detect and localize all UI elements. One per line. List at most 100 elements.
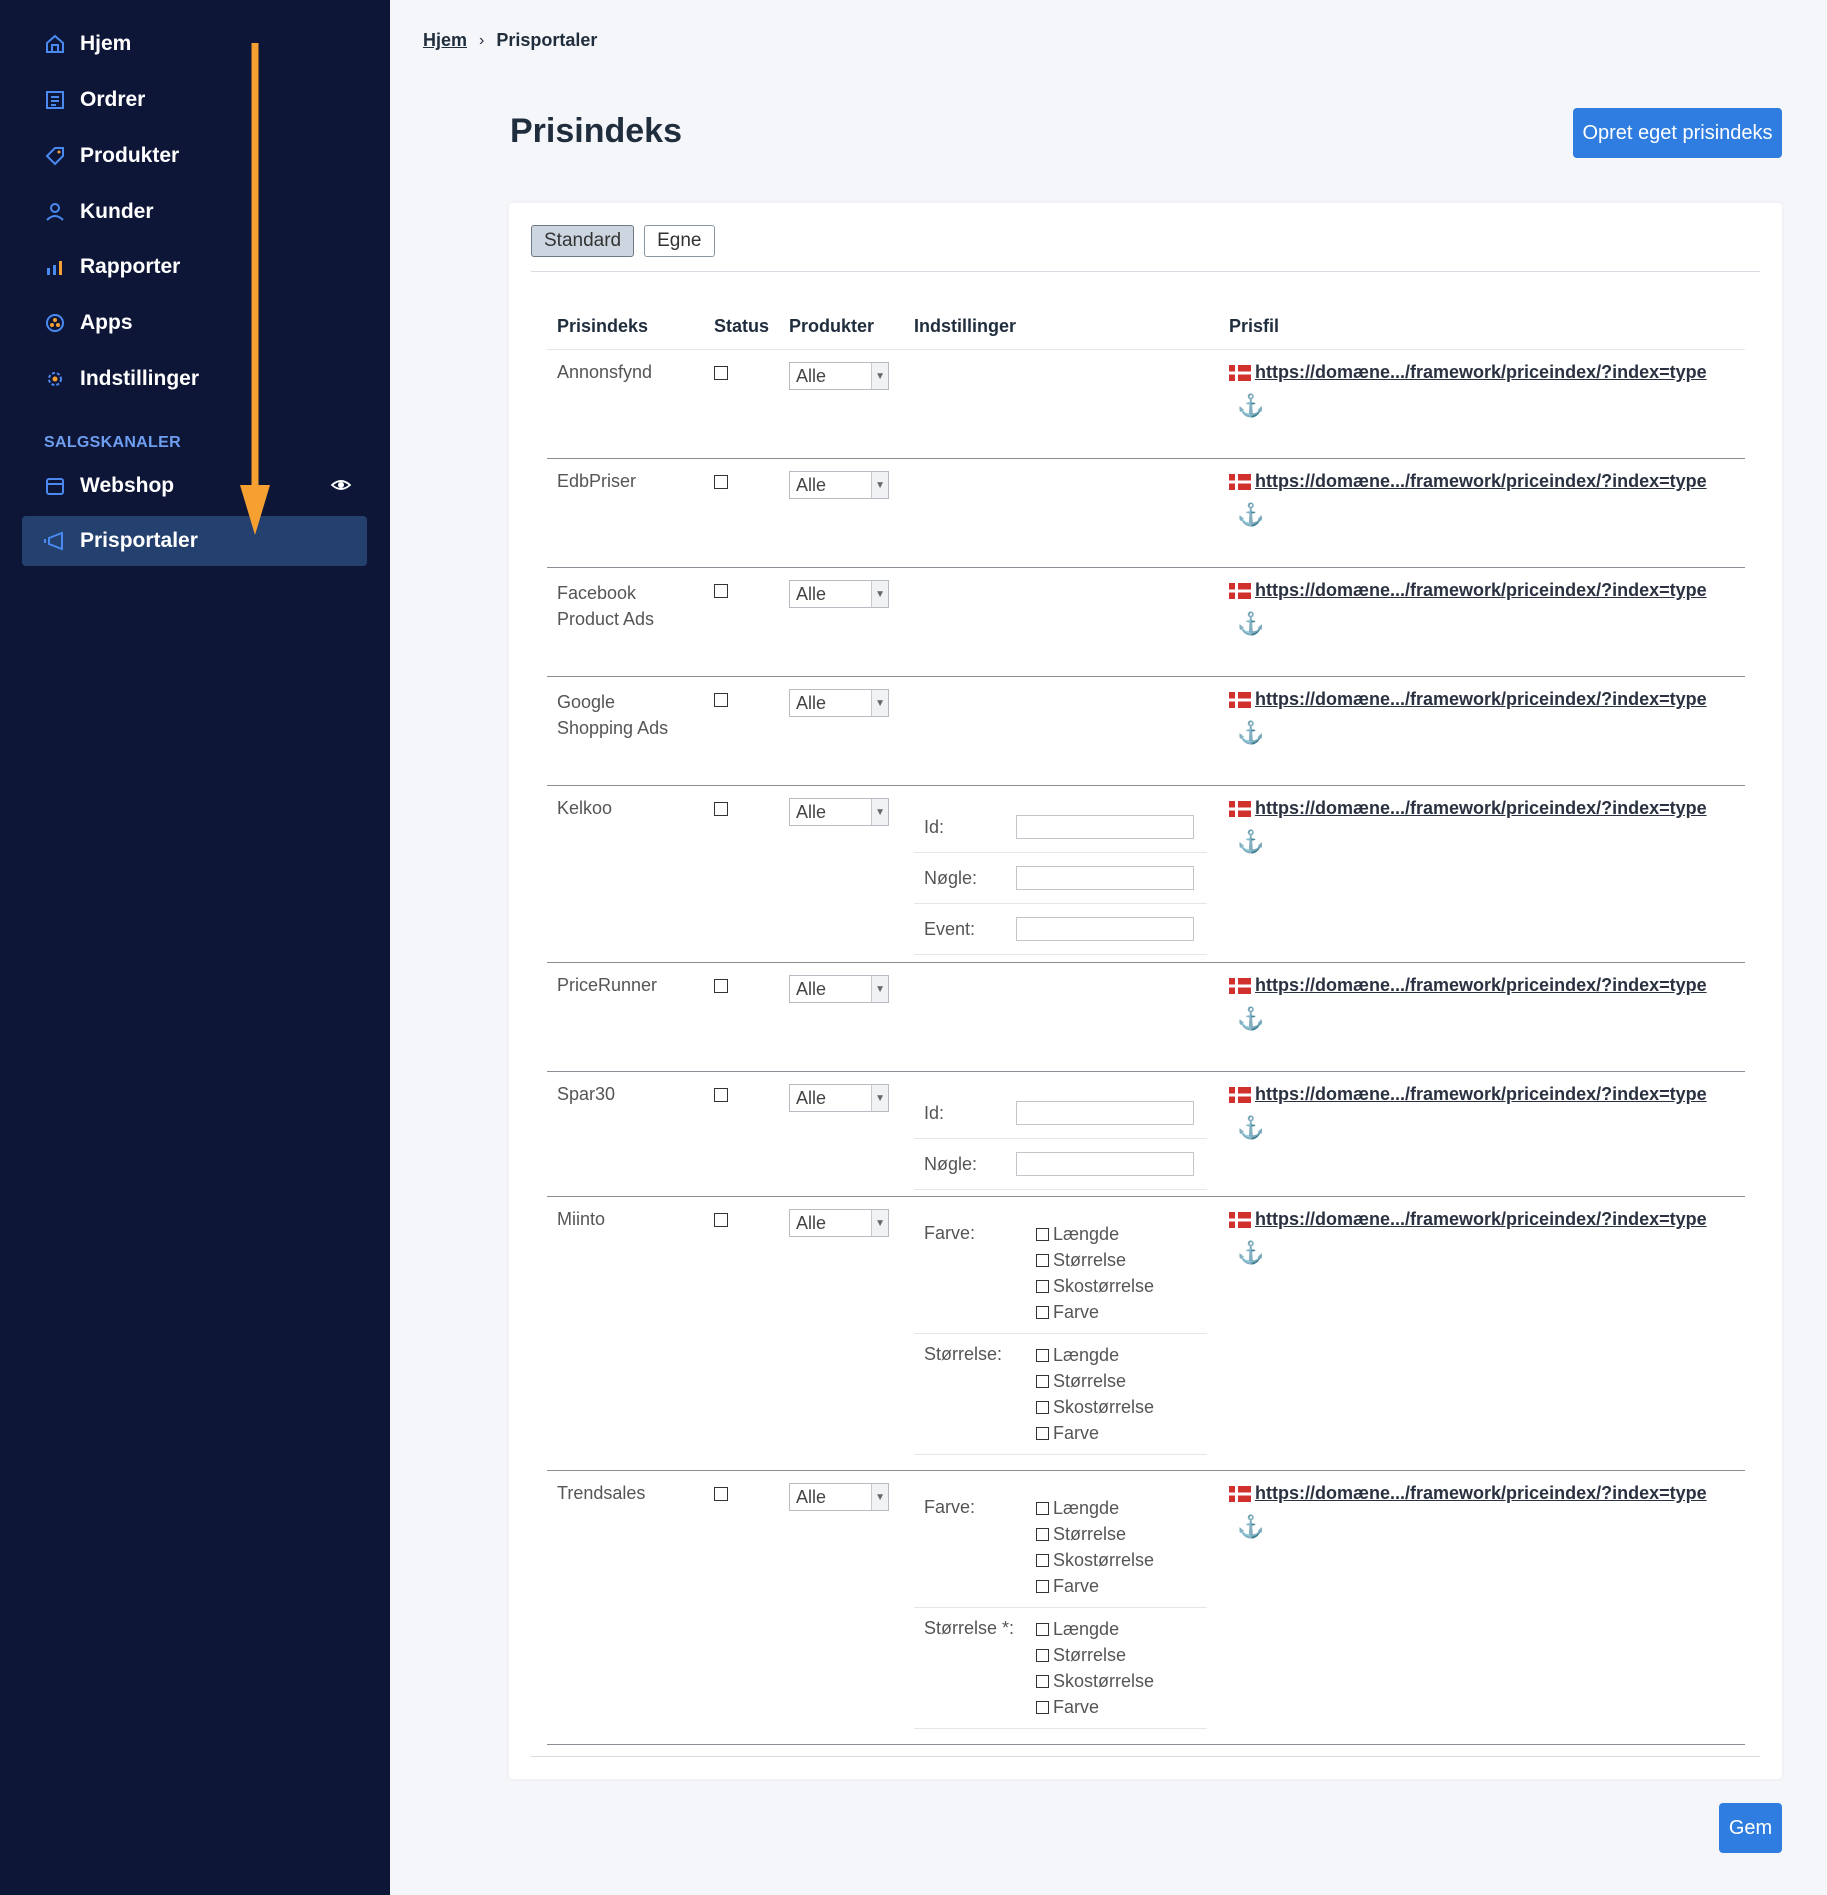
products-select[interactable]: Alle ▼: [789, 1084, 890, 1112]
sidebar-item-webshop[interactable]: Webshop: [22, 461, 367, 511]
create-priceindex-button[interactable]: Opret eget prisindeks: [1573, 108, 1782, 158]
products-select[interactable]: Alle ▼: [789, 471, 890, 499]
status-checkbox[interactable]: [714, 802, 728, 816]
option-item[interactable]: Størrelse: [1036, 1521, 1154, 1547]
option-item[interactable]: Størrelse: [1036, 1247, 1154, 1273]
priceindex-name-cell: Spar30: [547, 1071, 704, 1197]
sidebar-item-indstillinger[interactable]: Indstillinger: [22, 354, 367, 404]
products-select[interactable]: Alle ▼: [789, 1209, 890, 1237]
option-checkbox[interactable]: [1036, 1374, 1050, 1388]
sidebar-item-rapporter[interactable]: Rapporter: [22, 242, 367, 292]
settings-field-input[interactable]: [1016, 866, 1195, 890]
tab-egne[interactable]: Egne: [644, 225, 715, 257]
option-checkbox[interactable]: [1036, 1253, 1050, 1267]
option-item[interactable]: Farve: [1036, 1299, 1154, 1325]
option-item[interactable]: Farve: [1036, 1694, 1154, 1720]
anchor-icon[interactable]: ⚓: [1237, 1115, 1735, 1141]
anchor-icon[interactable]: ⚓: [1237, 1240, 1735, 1266]
products-cell: Alle ▼: [779, 1470, 903, 1745]
pricefile-link[interactable]: https://domæne.../framework/priceindex/?…: [1255, 798, 1707, 819]
option-item[interactable]: Skostørrelse: [1036, 1394, 1154, 1420]
status-checkbox[interactable]: [714, 584, 728, 598]
option-item[interactable]: Længde: [1036, 1495, 1154, 1521]
pricefile-link[interactable]: https://domæne.../framework/priceindex/?…: [1255, 580, 1707, 601]
eye-icon[interactable]: [330, 474, 352, 496]
breadcrumb-home-link[interactable]: Hjem: [423, 30, 467, 51]
status-checkbox[interactable]: [714, 1088, 728, 1102]
option-checkbox[interactable]: [1036, 1579, 1050, 1593]
pricefile-link[interactable]: https://domæne.../framework/priceindex/?…: [1255, 471, 1707, 492]
status-checkbox[interactable]: [714, 1487, 728, 1501]
anchor-icon[interactable]: ⚓: [1237, 1006, 1735, 1032]
option-checkbox[interactable]: [1036, 1648, 1050, 1662]
products-select[interactable]: Alle ▼: [789, 1483, 890, 1511]
divider: [531, 271, 1760, 272]
option-item[interactable]: Længde: [1036, 1342, 1154, 1368]
pricefile-link[interactable]: https://domæne.../framework/priceindex/?…: [1255, 1209, 1707, 1230]
option-checkbox[interactable]: [1036, 1348, 1050, 1362]
products-select[interactable]: Alle ▼: [789, 798, 890, 826]
sidebar-item-ordrer[interactable]: Ordrer: [22, 75, 367, 125]
products-select[interactable]: Alle ▼: [789, 362, 890, 390]
products-select[interactable]: Alle ▼: [789, 975, 890, 1003]
option-item[interactable]: Størrelse: [1036, 1642, 1154, 1668]
products-cell: Alle ▼: [779, 458, 903, 568]
anchor-icon[interactable]: ⚓: [1237, 720, 1735, 746]
option-item[interactable]: Længde: [1036, 1221, 1154, 1247]
pricefile-link[interactable]: https://domæne.../framework/priceindex/?…: [1255, 362, 1707, 383]
settings-field-input[interactable]: [1016, 1152, 1195, 1176]
option-checkbox[interactable]: [1036, 1400, 1050, 1414]
status-checkbox[interactable]: [714, 475, 728, 489]
option-item[interactable]: Størrelse: [1036, 1368, 1154, 1394]
option-checkbox[interactable]: [1036, 1527, 1050, 1541]
orders-icon: [42, 87, 68, 113]
option-item[interactable]: Skostørrelse: [1036, 1668, 1154, 1694]
settings-field-input[interactable]: [1016, 917, 1195, 941]
option-item[interactable]: Skostørrelse: [1036, 1547, 1154, 1573]
pricefile-cell: https://domæne.../framework/priceindex/?…: [1219, 785, 1745, 963]
sidebar-item-label: Indstillinger: [80, 367, 200, 390]
option-checkbox[interactable]: [1036, 1700, 1050, 1714]
sidebar-item-apps[interactable]: Apps: [22, 298, 367, 348]
option-checkbox[interactable]: [1036, 1227, 1050, 1241]
sidebar-item-label: Webshop: [80, 474, 175, 497]
status-checkbox[interactable]: [714, 693, 728, 707]
save-button[interactable]: Gem: [1719, 1803, 1782, 1853]
option-item[interactable]: Skostørrelse: [1036, 1273, 1154, 1299]
option-checkbox[interactable]: [1036, 1622, 1050, 1636]
products-select[interactable]: Alle ▼: [789, 689, 890, 717]
status-checkbox[interactable]: [714, 979, 728, 993]
pricefile-link[interactable]: https://domæne.../framework/priceindex/?…: [1255, 1084, 1707, 1105]
table-row: EdbPriser Alle ▼ https://domæne.../framew…: [547, 458, 1745, 568]
status-checkbox[interactable]: [714, 1213, 728, 1227]
pricefile-link[interactable]: https://domæne.../framework/priceindex/?…: [1255, 1483, 1707, 1504]
tab-standard[interactable]: Standard: [531, 225, 635, 257]
status-checkbox[interactable]: [714, 366, 728, 380]
sidebar-item-prisportaler[interactable]: Prisportaler: [22, 516, 367, 566]
option-checkbox[interactable]: [1036, 1553, 1050, 1567]
option-item[interactable]: Farve: [1036, 1573, 1154, 1599]
priceindex-name: Trendsales: [557, 1483, 646, 1503]
option-item[interactable]: Farve: [1036, 1420, 1154, 1446]
sidebar-item-hjem[interactable]: Hjem: [22, 19, 367, 69]
anchor-icon[interactable]: ⚓: [1237, 611, 1735, 637]
settings-field-row: Event:: [914, 904, 1208, 955]
products-select[interactable]: Alle ▼: [789, 580, 890, 608]
sidebar-item-produkter[interactable]: Produkter: [22, 131, 367, 181]
option-item[interactable]: Længde: [1036, 1616, 1154, 1642]
anchor-icon[interactable]: ⚓: [1237, 393, 1735, 419]
anchor-icon[interactable]: ⚓: [1237, 1514, 1735, 1540]
settings-field-input[interactable]: [1016, 815, 1195, 839]
anchor-icon[interactable]: ⚓: [1237, 502, 1735, 528]
pricefile-link[interactable]: https://domæne.../framework/priceindex/?…: [1255, 975, 1707, 996]
option-checkbox[interactable]: [1036, 1305, 1050, 1319]
option-checkbox[interactable]: [1036, 1279, 1050, 1293]
sidebar-item-kunder[interactable]: Kunder: [22, 187, 367, 237]
anchor-icon[interactable]: ⚓: [1237, 829, 1735, 855]
settings-field-input[interactable]: [1016, 1101, 1195, 1125]
option-checkbox[interactable]: [1036, 1426, 1050, 1440]
danish-flag-icon: [1229, 800, 1252, 817]
option-checkbox[interactable]: [1036, 1501, 1050, 1515]
pricefile-link[interactable]: https://domæne.../framework/priceindex/?…: [1255, 689, 1707, 710]
option-checkbox[interactable]: [1036, 1674, 1050, 1688]
